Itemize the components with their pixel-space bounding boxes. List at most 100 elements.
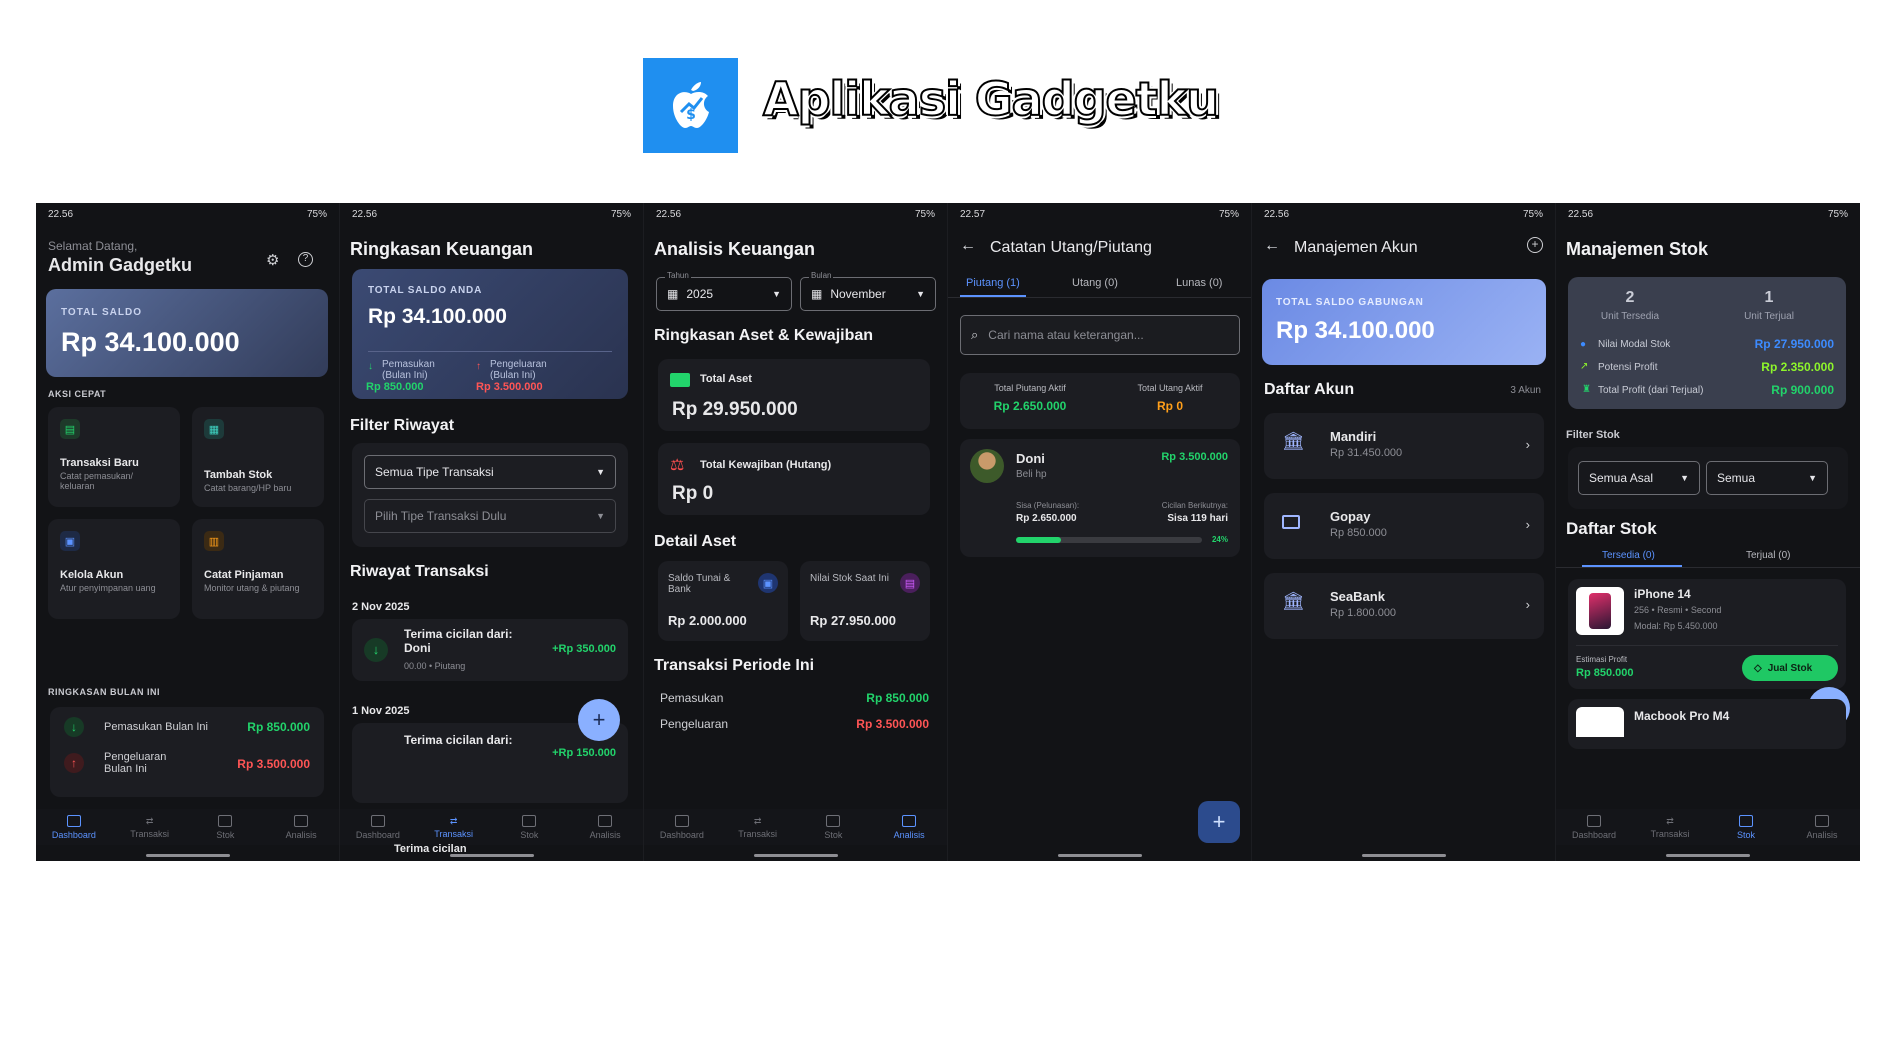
bank-icon: 🏛: [1282, 591, 1305, 611]
add-transaction-button[interactable]: +: [578, 699, 620, 741]
asset-label: Total Aset: [700, 373, 752, 385]
period-out-value: Rp 3.500.000: [856, 717, 929, 731]
chevron-right-icon: ›: [1525, 597, 1530, 612]
est-label: Estimasi Profit: [1576, 655, 1628, 664]
tab-piutang[interactable]: Piutang (1): [966, 277, 1020, 289]
account-item-mandiri[interactable]: 🏛 Mandiri Rp 31.450.000 ›: [1264, 413, 1544, 479]
month-select[interactable]: Bulan ▦ November ▼: [800, 271, 936, 311]
nav-dashboard[interactable]: Dashboard: [36, 809, 112, 845]
nav-transaksi[interactable]: ⇄ Transaksi: [416, 809, 492, 845]
nav-stok[interactable]: Stok: [492, 809, 568, 845]
nav-dashboard[interactable]: Dashboard: [1556, 809, 1632, 845]
section-title: Detail Aset: [654, 533, 737, 550]
arrow-down-icon: ↓: [364, 638, 388, 662]
piutang-value: Rp 2.650.000: [993, 399, 1067, 413]
account-item-gopay[interactable]: Gopay Rp 850.000 ›: [1264, 493, 1544, 559]
box-icon: [1739, 814, 1753, 827]
stock-item[interactable]: iPhone 14 256 • Resmi • Second Modal: Rp…: [1568, 579, 1846, 689]
add-circle-icon[interactable]: +: [1527, 237, 1543, 253]
total-asset-card: Total Aset Rp 29.950.000: [658, 359, 930, 431]
action-tambah-stok[interactable]: ▦ Tambah Stok Catat barang/HP baru: [192, 407, 324, 507]
bottom-nav: Dashboard ⇄ Transaksi Stok Analisis: [36, 809, 339, 845]
action-kelola-akun[interactable]: ▣ Kelola Akun Atur penyimpanan uang: [48, 519, 180, 619]
tab-utang[interactable]: Utang (0): [1072, 277, 1118, 289]
account-item-seabank[interactable]: 🏛 SeaBank Rp 1.800.000 ›: [1264, 573, 1544, 639]
caret-down-icon: ▼: [1680, 473, 1689, 483]
nav-dashboard[interactable]: Dashboard: [340, 809, 416, 845]
out-value: Rp 3.500.000: [476, 381, 543, 393]
unit-available-label: Unit Tersedia: [1600, 311, 1660, 322]
account-value: Rp 31.450.000: [1330, 447, 1403, 459]
unit-available: 2: [1625, 289, 1635, 306]
saldo-label: TOTAL SALDO GABUNGAN: [1276, 297, 1424, 308]
nav-transaksi[interactable]: ⇄ Transaksi: [112, 809, 188, 845]
grid-icon: [66, 814, 81, 827]
bottom-nav: Dashboard ⇄ Transaksi Stok Analisis: [644, 809, 947, 845]
grid-icon: [674, 814, 689, 827]
type-select[interactable]: Semua Tipe Transaksi ▼: [364, 455, 616, 489]
help-icon[interactable]: ?: [298, 252, 313, 267]
back-arrow-icon[interactable]: ←: [960, 237, 976, 255]
gear-icon[interactable]: ⚙: [266, 251, 279, 269]
nav-stok[interactable]: Stok: [188, 809, 264, 845]
avatar: [970, 449, 1004, 483]
home-indicator: [1666, 854, 1750, 857]
stock-value-card: Nilai Stok Saat Ini ▤ Rp 27.950.000: [800, 561, 930, 641]
origin-select[interactable]: Semua Asal ▼: [1578, 461, 1700, 495]
nav-analisis[interactable]: Analisis: [871, 809, 947, 845]
back-arrow-icon[interactable]: ←: [1264, 237, 1280, 255]
tab-tersedia[interactable]: Tersedia (0): [1602, 550, 1655, 561]
screen-dashboard: 22.56 75% Selamat Datang, Admin Gadgetku…: [36, 203, 340, 861]
period-in-value: Rp 850.000: [866, 691, 929, 705]
transaction-item[interactable]: ↓ Terima cicilan dari: Doni 00.00 • Piut…: [352, 619, 628, 681]
nav-analisis[interactable]: Analisis: [1784, 809, 1860, 845]
tx-value: +Rp 350.000: [552, 643, 616, 655]
nav-stok[interactable]: Stok: [1708, 809, 1784, 845]
finance-summary-card: TOTAL SALDO ANDA Rp 34.100.000 ↓ Pemasuk…: [352, 269, 628, 399]
screen-transaksi: 22.56 75% Ringkasan Keuangan TOTAL SALDO…: [340, 203, 644, 861]
sisa-label: Sisa (Pelunasan):: [1016, 501, 1080, 510]
nav-analisis[interactable]: Analisis: [263, 809, 339, 845]
home-indicator: [754, 854, 838, 857]
tab-terjual[interactable]: Terjual (0): [1746, 550, 1790, 561]
caret-down-icon: ▼: [596, 467, 605, 477]
tx-sub: 00.00 • Piutang: [404, 661, 466, 671]
page-title: Manajemen Akun: [1294, 239, 1418, 256]
screen-akun: 22.56 75% ← Manajemen Akun + TOTAL SALDO…: [1252, 203, 1556, 861]
sell-stock-button[interactable]: ◇ Jual Stok: [1742, 655, 1838, 681]
divider: [1556, 567, 1860, 568]
divider: [948, 297, 1251, 298]
filter-title: Filter Riwayat: [350, 417, 455, 434]
action-transaksi-baru[interactable]: ▤ Transaksi Baru Catat pemasukan/ keluar…: [48, 407, 180, 507]
debt-item[interactable]: Doni Beli hp Rp 3.500.000 Sisa (Pelunasa…: [960, 439, 1240, 557]
home-indicator: [146, 854, 230, 857]
status-select[interactable]: Semua ▼: [1706, 461, 1828, 495]
list-count: 3 Akun: [1510, 385, 1541, 396]
person-note: Beli hp: [1016, 469, 1047, 480]
nav-transaksi[interactable]: ⇄ Transaksi: [1632, 809, 1708, 845]
tab-lunas[interactable]: Lunas (0): [1176, 277, 1222, 289]
search-input[interactable]: ⌕ Cari nama atau keterangan...: [960, 315, 1240, 355]
action-catat-pinjaman[interactable]: ▥ Catat Pinjaman Monitor utang & piutang: [192, 519, 324, 619]
caret-down-icon: ▼: [916, 289, 925, 299]
nav-stok[interactable]: Stok: [796, 809, 872, 845]
stock-item[interactable]: Macbook Pro M4: [1568, 699, 1846, 749]
nav-dashboard[interactable]: Dashboard: [644, 809, 720, 845]
box-icon: ▤: [900, 573, 920, 593]
saldo-card: TOTAL SALDO GABUNGAN Rp 34.100.000: [1262, 279, 1546, 365]
action-sub: Atur penyimpanan uang: [60, 583, 156, 593]
swap-icon: ⇄: [753, 815, 762, 826]
person-name: Doni: [1016, 451, 1045, 466]
subtype-select[interactable]: Pilih Tipe Transaksi Dulu ▼: [364, 499, 616, 533]
total-liability-card: ⚖ Total Kewajiban (Hutang) Rp 0: [658, 443, 930, 515]
add-debt-button[interactable]: +: [1198, 801, 1240, 843]
nav-analisis[interactable]: Analisis: [567, 809, 643, 845]
utang-value: Rp 0: [1156, 399, 1183, 413]
year-label: Tahun: [665, 271, 691, 280]
caret-down-icon: ▼: [772, 289, 781, 299]
filter-card: Semua Tipe Transaksi ▼ Pilih Tipe Transak…: [352, 443, 628, 547]
status-time: 22.56: [352, 209, 378, 220]
nav-transaksi[interactable]: ⇄ Transaksi: [720, 809, 796, 845]
year-select[interactable]: Tahun ▦ 2025 ▼: [656, 271, 792, 311]
box-icon: [522, 814, 537, 827]
